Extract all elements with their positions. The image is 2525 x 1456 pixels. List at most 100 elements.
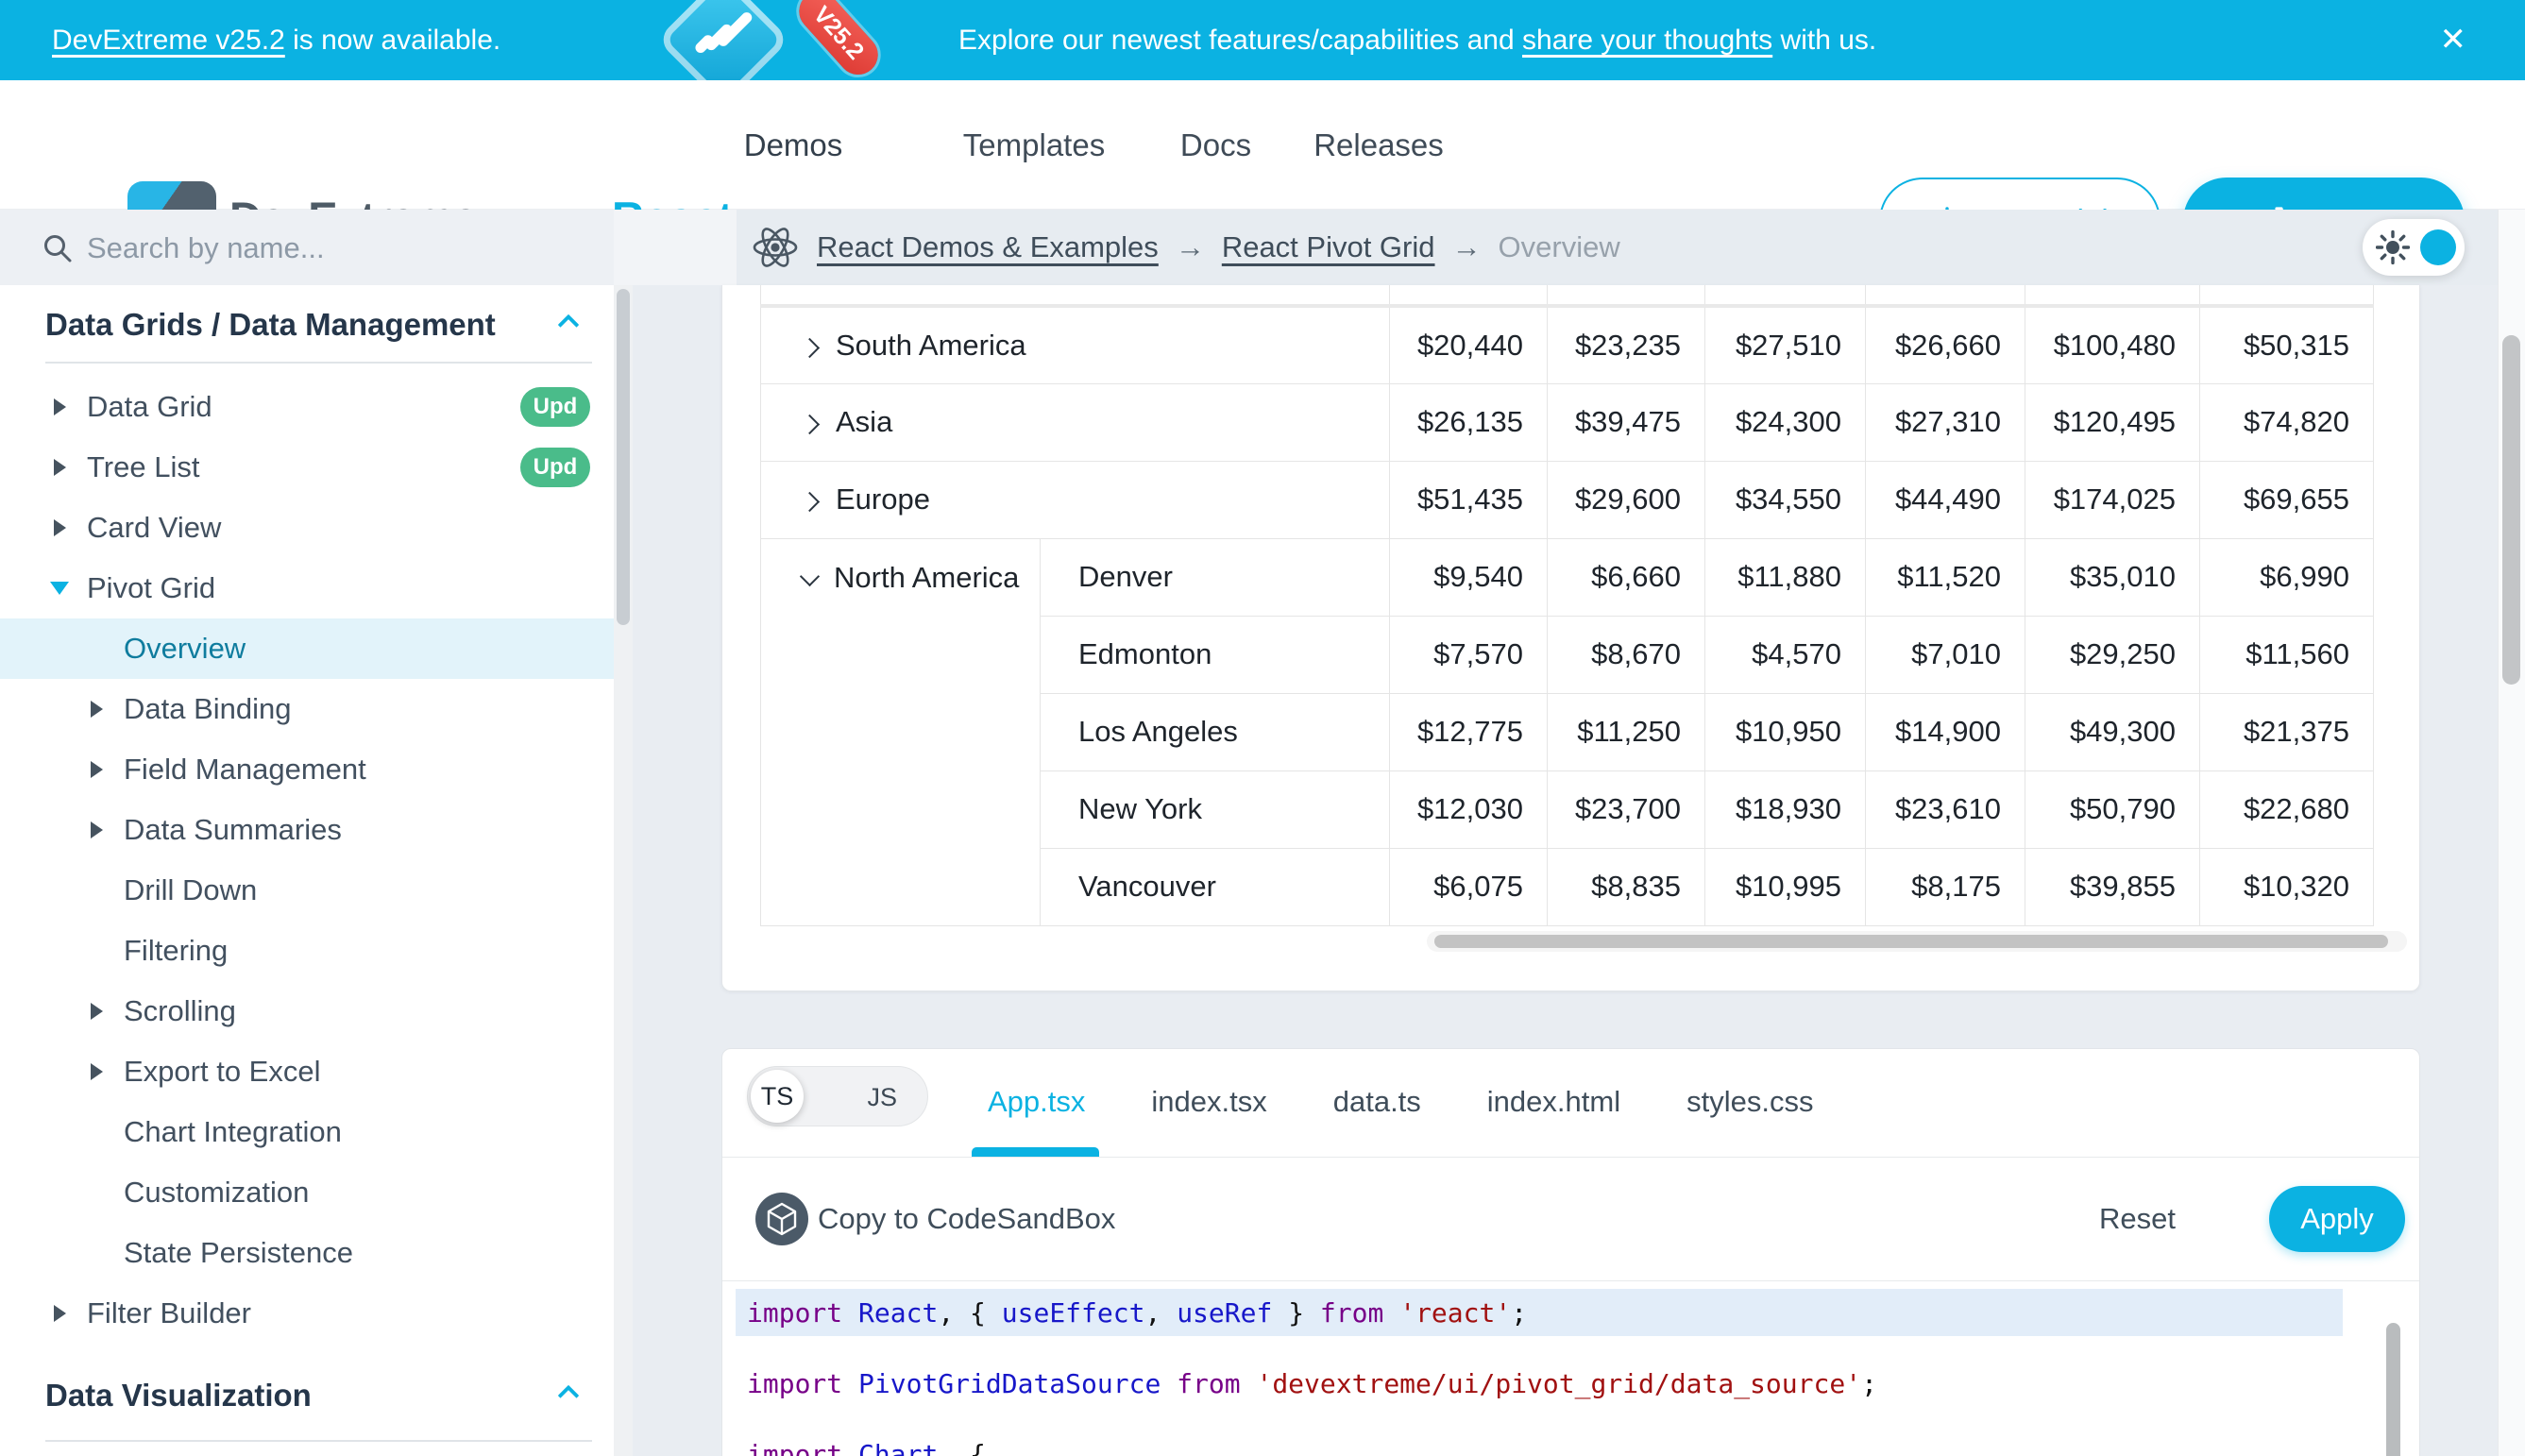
sidebar-item-data-summaries[interactable]: Data Summaries: [0, 800, 614, 860]
pivot-horizontal-scrollbar[interactable]: [1427, 931, 2407, 952]
pivot-cell[interactable]: $10,320: [2200, 848, 2374, 925]
pivot-cell[interactable]: $69,655: [2200, 461, 2374, 538]
chevron-up-icon[interactable]: [558, 1385, 580, 1407]
pivot-cell[interactable]: $11,520: [1866, 538, 2025, 616]
sidebar-item-overview[interactable]: Overview: [0, 618, 614, 679]
pivot-cell[interactable]: $35,010: [2025, 538, 2200, 616]
pivot-cell[interactable]: $9,540: [1390, 538, 1548, 616]
sidebar-item-drill-down[interactable]: Drill Down: [0, 860, 614, 921]
expand-row-icon[interactable]: [800, 338, 820, 358]
sidebar-item-data-binding[interactable]: Data Binding: [0, 679, 614, 739]
row-header-denver[interactable]: Denver: [1041, 538, 1390, 616]
row-header-new-york[interactable]: New York: [1041, 770, 1390, 848]
tab-data-ts[interactable]: data.ts: [1333, 1085, 1421, 1119]
sidebar-section-data-visualization[interactable]: Data Visualization: [0, 1371, 614, 1420]
nav-releases[interactable]: Releases: [1308, 80, 1449, 210]
pivot-cell[interactable]: $7,570: [1390, 616, 1548, 693]
banner-close-icon[interactable]: ✕: [2440, 0, 2467, 80]
pivot-cell[interactable]: $74,820: [2200, 383, 2374, 461]
sidebar-item-card-view[interactable]: Card View: [0, 498, 614, 558]
pivot-cell[interactable]: $6,660: [1548, 538, 1705, 616]
row-header-north-america[interactable]: North America: [761, 538, 1041, 925]
expand-down-icon[interactable]: [50, 582, 69, 595]
pivot-cell[interactable]: $26,135: [1390, 383, 1548, 461]
pivot-cell[interactable]: $12,775: [1390, 693, 1548, 770]
expand-right-icon[interactable]: [54, 519, 66, 536]
expand-right-icon[interactable]: [91, 1003, 103, 1020]
sidebar-item-tree-list[interactable]: Tree ListUpd: [0, 437, 614, 498]
pivot-cell[interactable]: $39,475: [1548, 383, 1705, 461]
pivot-cell[interactable]: $29,250: [2025, 616, 2200, 693]
nav-templates[interactable]: Templates: [944, 80, 1124, 210]
code-line-3[interactable]: import Chart, {: [747, 1439, 986, 1456]
pivot-cell[interactable]: $10,995: [1705, 848, 1866, 925]
sidebar-item-scrolling[interactable]: Scrolling: [0, 981, 614, 1041]
search-input[interactable]: [87, 227, 578, 270]
row-header-los-angeles[interactable]: Los Angeles: [1041, 693, 1390, 770]
expand-right-icon[interactable]: [91, 821, 103, 838]
row-header-europe[interactable]: Europe: [761, 461, 1390, 538]
expand-right-icon[interactable]: [91, 1063, 103, 1080]
expand-right-icon[interactable]: [54, 398, 66, 415]
pivot-cell[interactable]: $12,030: [1390, 770, 1548, 848]
pivot-cell[interactable]: $24,300: [1705, 383, 1866, 461]
pivot-cell[interactable]: $8,175: [1866, 848, 2025, 925]
row-header-south-america[interactable]: South America: [761, 306, 1390, 383]
pivot-cell[interactable]: $100,480: [2025, 306, 2200, 383]
row-header-edmonton[interactable]: Edmonton: [1041, 616, 1390, 693]
pivot-cell[interactable]: $27,510: [1705, 306, 1866, 383]
tab-index-tsx[interactable]: index.tsx: [1151, 1085, 1266, 1119]
row-header-vancouver[interactable]: Vancouver: [1041, 848, 1390, 925]
pivot-cell[interactable]: $8,670: [1548, 616, 1705, 693]
breadcrumb-link-demos[interactable]: React Demos & Examples: [817, 230, 1159, 264]
pivot-cell[interactable]: $4,570: [1705, 616, 1866, 693]
pivot-cell[interactable]: $18,930: [1705, 770, 1866, 848]
pivot-cell[interactable]: $11,560: [2200, 616, 2374, 693]
theme-toggle[interactable]: [2363, 219, 2465, 276]
tab-styles-css[interactable]: styles.css: [1686, 1085, 1813, 1119]
pivot-cell[interactable]: $50,315: [2200, 306, 2374, 383]
ts-toggle-option[interactable]: TS: [751, 1070, 804, 1123]
pivot-cell[interactable]: $11,250: [1548, 693, 1705, 770]
pivot-cell[interactable]: $49,300: [2025, 693, 2200, 770]
pivot-cell[interactable]: $20,440: [1390, 306, 1548, 383]
expand-right-icon[interactable]: [91, 761, 103, 778]
sidebar-item-pivot-grid[interactable]: Pivot Grid: [0, 558, 614, 618]
tab-app-tsx[interactable]: App.tsx: [988, 1085, 1085, 1119]
pivot-cell[interactable]: $23,235: [1548, 306, 1705, 383]
pivot-cell[interactable]: $6,075: [1390, 848, 1548, 925]
codesandbox-icon[interactable]: [755, 1193, 808, 1245]
copy-to-codesandbox-button[interactable]: Copy to CodeSandBox: [818, 1158, 1115, 1280]
language-toggle[interactable]: TS JS: [747, 1066, 928, 1126]
pivot-cell[interactable]: $44,490: [1866, 461, 2025, 538]
banner-release-link[interactable]: DevExtreme v25.2: [52, 25, 285, 56]
pivot-cell[interactable]: $29,600: [1548, 461, 1705, 538]
pivot-cell[interactable]: $26,660: [1866, 306, 2025, 383]
breadcrumb-link-pivot-grid[interactable]: React Pivot Grid: [1222, 230, 1435, 264]
pivot-cell[interactable]: $14,900: [1866, 693, 2025, 770]
page-scrollbar-thumb[interactable]: [2502, 335, 2520, 685]
row-header-asia[interactable]: Asia: [761, 383, 1390, 461]
sidebar-item-chart-integration[interactable]: Chart Integration: [0, 1102, 614, 1162]
expand-right-icon[interactable]: [91, 701, 103, 718]
pivot-cell[interactable]: $6,990: [2200, 538, 2374, 616]
pivot-cell[interactable]: $39,855: [2025, 848, 2200, 925]
code-line-2[interactable]: import PivotGridDataSource from 'devextr…: [747, 1368, 1877, 1399]
pivot-cell[interactable]: $11,880: [1705, 538, 1866, 616]
sidebar-item-field-management[interactable]: Field Management: [0, 739, 614, 800]
sidebar-item-filtering[interactable]: Filtering: [0, 921, 614, 981]
expand-row-icon[interactable]: [800, 415, 820, 434]
chevron-up-icon[interactable]: [558, 314, 580, 336]
pivot-cell[interactable]: $174,025: [2025, 461, 2200, 538]
expand-right-icon[interactable]: [54, 459, 66, 476]
pivot-cell[interactable]: $23,610: [1866, 770, 2025, 848]
apply-button[interactable]: Apply: [2269, 1186, 2405, 1252]
pivot-cell[interactable]: $21,375: [2200, 693, 2374, 770]
sidebar-item-data-grid[interactable]: Data GridUpd: [0, 377, 614, 437]
sidebar-scrollbar-thumb[interactable]: [617, 289, 630, 625]
pivot-cell[interactable]: $120,495: [2025, 383, 2200, 461]
js-toggle-option[interactable]: JS: [867, 1067, 897, 1127]
pivot-cell[interactable]: $8,835: [1548, 848, 1705, 925]
pivot-cell[interactable]: $22,680: [2200, 770, 2374, 848]
collapse-row-icon[interactable]: [800, 566, 820, 585]
